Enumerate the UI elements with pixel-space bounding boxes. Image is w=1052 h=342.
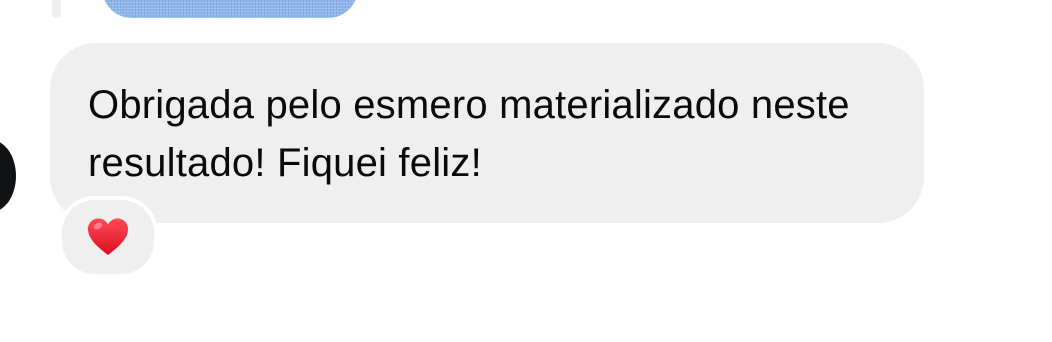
reply-thread-line xyxy=(52,0,61,18)
heart-icon xyxy=(88,218,128,255)
message-bubble[interactable]: Obrigada pelo esmero materializado neste… xyxy=(50,43,924,223)
previous-message-media[interactable] xyxy=(102,0,358,18)
avatar[interactable] xyxy=(0,140,16,212)
reaction-badge[interactable] xyxy=(58,196,158,278)
message-text: Obrigada pelo esmero materializado neste… xyxy=(88,83,850,185)
